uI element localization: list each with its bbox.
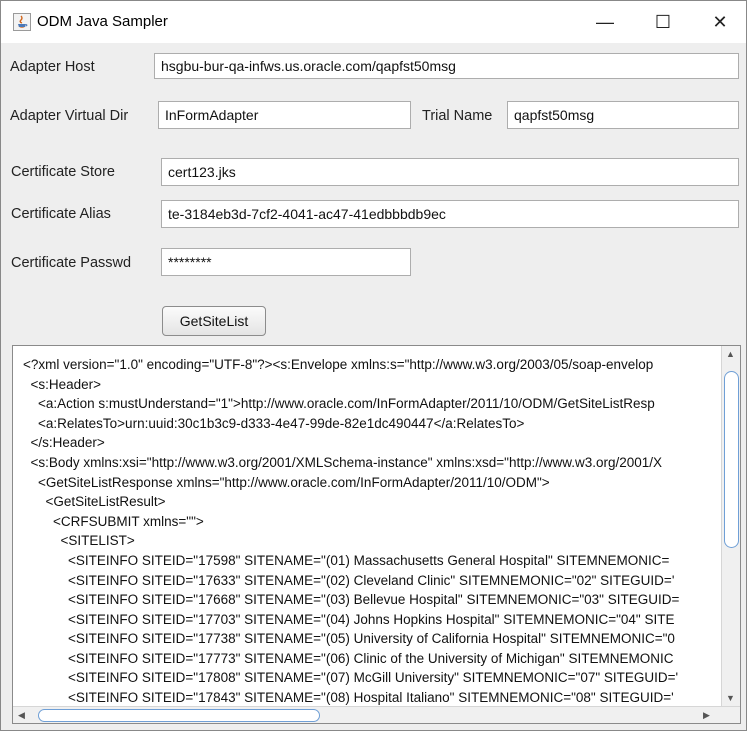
xml-line: <SITEINFO SITEID="17738" SITENAME="(05) … — [23, 631, 675, 646]
cert-passwd-input[interactable] — [161, 248, 411, 276]
maximize-button[interactable]: ☐ — [634, 1, 692, 43]
xml-line: <GetSiteListResponse xmlns="http://www.o… — [23, 475, 550, 490]
vertical-scroll-thumb[interactable] — [724, 371, 739, 548]
adapter-host-label: Adapter Host — [10, 59, 95, 75]
scroll-right-arrow-icon[interactable]: ▶ — [703, 710, 710, 721]
close-icon: ✕ — [712, 11, 728, 32]
xml-line: <SITEINFO SITEID="17843" SITENAME="(08) … — [23, 690, 674, 705]
xml-line: <a:RelatesTo>urn:uuid:30c1b3c9-d333-4e47… — [23, 416, 525, 431]
xml-output-panel[interactable]: <?xml version="1.0" encoding="UTF-8"?><s… — [12, 345, 741, 724]
cert-store-input[interactable] — [161, 158, 739, 186]
xml-line: <SITEINFO SITEID="17633" SITENAME="(02) … — [23, 573, 675, 588]
xml-line: <s:Body xmlns:xsi="http://www.w3.org/200… — [23, 455, 663, 470]
xml-line: <CRFSUBMIT xmlns=""> — [23, 514, 204, 529]
trial-name-label: Trial Name — [422, 108, 493, 124]
minimize-icon: — — [596, 11, 614, 32]
scroll-down-arrow-icon[interactable]: ▼ — [726, 693, 735, 703]
xml-line: <SITELIST> — [23, 533, 135, 548]
trial-name-input[interactable] — [507, 101, 739, 129]
title-bar[interactable]: ODM Java Sampler — ☐ ✕ — [1, 1, 746, 43]
xml-line: <s:Header> — [23, 377, 102, 392]
adapter-dir-input[interactable] — [158, 101, 411, 129]
xml-line: <SITEINFO SITEID="17703" SITENAME="(04) … — [23, 612, 675, 627]
maximize-icon: ☐ — [654, 11, 672, 32]
xml-line: <SITEINFO SITEID="17598" SITENAME="(01) … — [23, 553, 670, 568]
xml-line: <SITEINFO SITEID="17668" SITENAME="(03) … — [23, 592, 680, 607]
app-window: ODM Java Sampler — ☐ ✕ Adapter Host Adap… — [0, 0, 747, 731]
xml-output-text[interactable]: <?xml version="1.0" encoding="UTF-8"?><s… — [13, 346, 720, 707]
adapter-dir-label: Adapter Virtual Dir — [10, 108, 129, 124]
xml-line: <SITEINFO SITEID="17808" SITENAME="(07) … — [23, 670, 679, 685]
horizontal-scrollbar[interactable]: ◀ ▶ — [13, 706, 740, 723]
vertical-scrollbar[interactable]: ▲ ▼ — [721, 346, 740, 707]
xml-line: <?xml version="1.0" encoding="UTF-8"?><s… — [23, 357, 654, 372]
adapter-host-input[interactable] — [154, 53, 739, 79]
xml-line: <a:Action s:mustUnderstand="1">http://ww… — [23, 396, 655, 411]
cert-passwd-label: Certificate Passwd — [11, 255, 132, 271]
get-site-list-button[interactable]: GetSiteList — [162, 306, 266, 336]
xml-line: <GetSiteListResult> — [23, 494, 166, 509]
minimize-button[interactable]: — — [576, 1, 634, 43]
horizontal-scroll-thumb[interactable] — [38, 709, 320, 722]
java-icon — [13, 13, 31, 31]
scroll-up-arrow-icon[interactable]: ▲ — [726, 349, 735, 359]
cert-store-label: Certificate Store — [11, 164, 115, 180]
cert-alias-input[interactable] — [161, 200, 739, 228]
window-title: ODM Java Sampler — [37, 13, 168, 30]
xml-line: </s:Header> — [23, 435, 105, 450]
xml-line: <SITEINFO SITEID="17773" SITENAME="(06) … — [23, 651, 674, 666]
close-button[interactable]: ✕ — [691, 1, 747, 43]
scroll-left-arrow-icon[interactable]: ◀ — [18, 710, 25, 721]
cert-alias-label: Certificate Alias — [11, 206, 111, 222]
